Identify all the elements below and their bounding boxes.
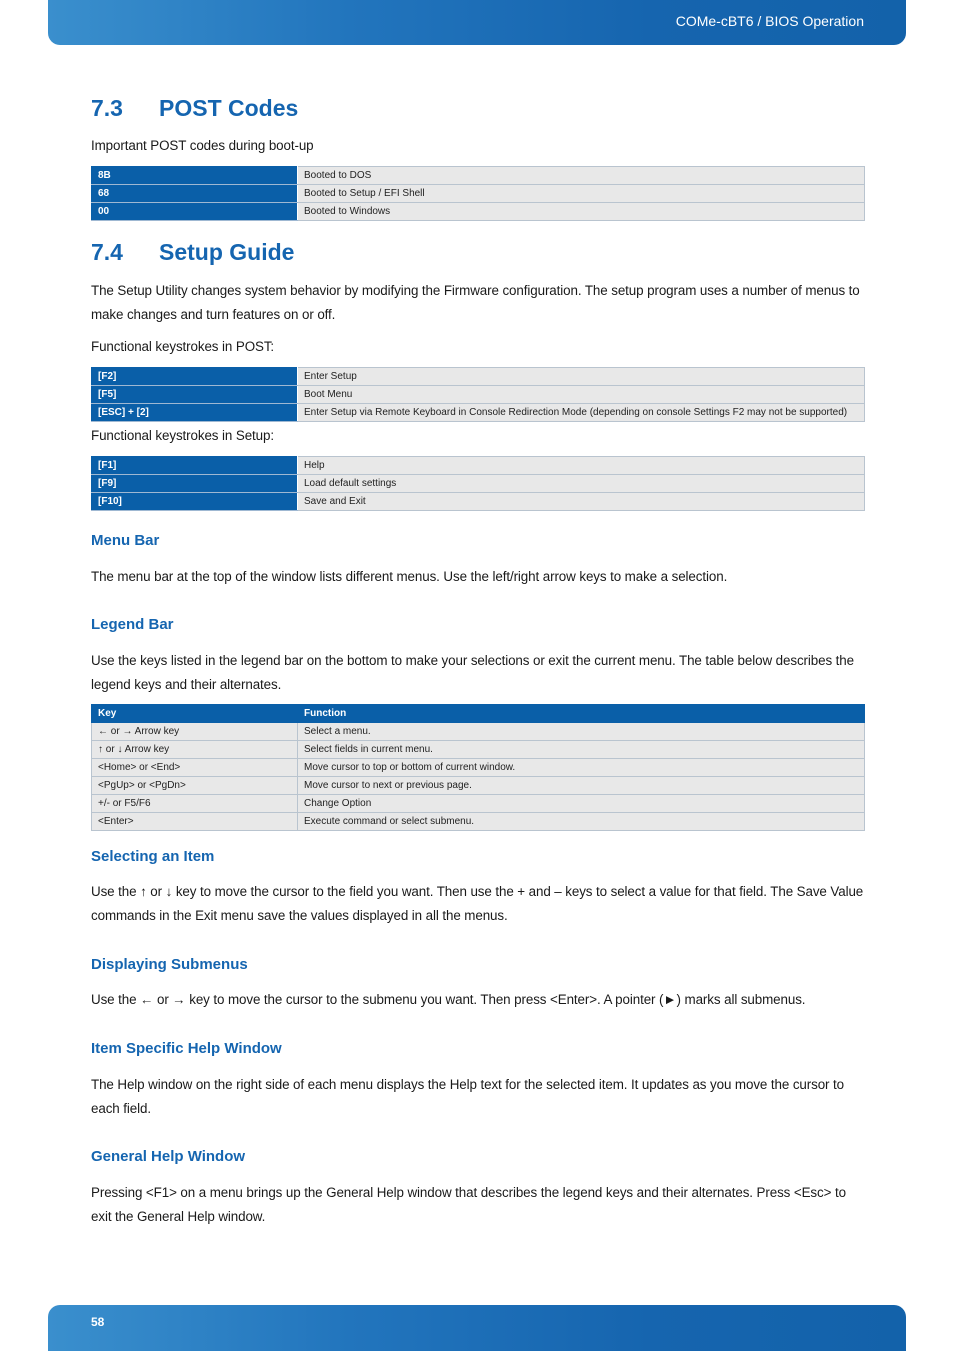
table-row: [F9] Load default settings [91,474,865,493]
table-row: 8B Booted to DOS [91,166,865,185]
table-row: +/- or F5/F6 Change Option [91,794,865,813]
table-row: ← or → Arrow key Select a menu. [91,722,865,741]
table-row: [ESC] + [2] Enter Setup via Remote Keyboa… [91,403,865,422]
table-row: <Home> or <End> Move cursor to top or bot… [91,758,865,777]
post-code: 00 [91,202,298,221]
section-title: Setup Guide [159,239,295,265]
table-row: ↑ or ↓ Arrow key Select fields in current… [91,740,865,759]
table-row: [F1] Help [91,456,865,475]
keystroke-description: Boot Menu [297,385,865,404]
table-row: <PgUp> or <PgDn> Move cursor to next or p… [91,776,865,795]
displaying-submenus-text: Use the ← or → key to move the cursor to… [91,992,806,1007]
general-help-text: Pressing <F1> on a menu brings up the Ge… [91,1185,846,1224]
table-row: <Enter> Execute command or select submenu… [91,812,865,831]
post-codes-table: 8B Booted to DOS 68 Booted to Setup / EFI … [91,166,865,221]
page-header: COMe-cBT6 / BIOS Operation [48,0,906,45]
keystroke: [F2] [91,367,298,386]
table-row: [F10] Save and Exit [91,492,865,511]
post-code: 68 [91,184,298,203]
post-keystrokes-table: [F2] Enter Setup [F5] Boot Menu [ESC] + [2… [91,367,865,422]
keystroke: [F9] [91,474,298,493]
keystroke: [ESC] + [2] [91,403,298,422]
table-header-row: Key Function [91,704,865,723]
menu-bar-text: The menu bar at the top of the window li… [91,569,728,584]
legend-key: <Home> or <End> [91,758,298,777]
keystroke-description: Enter Setup via Remote Keyboard in Conso… [297,403,865,422]
keystroke: [F10] [91,492,298,511]
post-code: 8B [91,166,298,185]
keystroke-description: Enter Setup [297,367,865,386]
post-code-description: Booted to Setup / EFI Shell [297,184,865,203]
table-row: [F5] Boot Menu [91,385,865,404]
legend-key: +/- or F5/F6 [91,794,298,813]
legend-function: Select a menu. [297,722,865,741]
keystroke-description: Load default settings [297,474,865,493]
post-keystrokes-label: Functional keystrokes in POST: [91,339,275,354]
legend-keys-table: Key Function ← or → Arrow key Select a men… [91,704,865,831]
section-number: 7.4 [91,239,123,265]
post-code-description: Booted to DOS [297,166,865,185]
keystroke: [F5] [91,385,298,404]
item-help-text: The Help window on the right side of eac… [91,1077,845,1116]
section-heading-setup-guide: 7.4 Setup Guide [91,239,294,266]
setup-keystrokes-table: [F1] Help [F9] Load default settings [F10]… [91,456,865,511]
page-footer: 58 [48,1305,906,1351]
selecting-item-text: Use the ↑ or ↓ key to move the cursor to… [91,884,864,923]
setup-keystrokes-label: Functional keystrokes in Setup: [91,428,274,443]
legend-key: <Enter> [91,812,298,831]
keystroke: [F1] [91,456,298,475]
legend-bar-heading: Legend Bar [91,616,174,633]
keystroke-description: Help [297,456,865,475]
post-codes-intro: Important POST codes during boot-up [91,138,314,153]
legend-key: <PgUp> or <PgDn> [91,776,298,795]
general-help-heading: General Help Window [91,1148,246,1165]
table-row: 68 Booted to Setup / EFI Shell [91,184,865,203]
setup-guide-intro: The Setup Utility changes system behavio… [91,283,860,322]
keystroke-description: Save and Exit [297,492,865,511]
legend-function: Move cursor to next or previous page. [297,776,865,795]
legend-function: Select fields in current menu. [297,740,865,759]
legend-function: Move cursor to top or bottom of current … [297,758,865,777]
table-row: 00 Booted to Windows [91,202,865,221]
legend-bar-text: Use the keys listed in the legend bar on… [91,653,854,692]
table-row: [F2] Enter Setup [91,367,865,386]
legend-function: Execute command or select submenu. [297,812,865,831]
displaying-submenus-heading: Displaying Submenus [91,956,248,973]
legend-function: Change Option [297,794,865,813]
column-header-function: Function [297,704,865,723]
document-title: COMe-cBT6 / BIOS Operation [675,13,864,29]
column-header-key: Key [91,704,298,723]
legend-key: ↑ or ↓ Arrow key [91,740,298,759]
section-heading-post-codes: 7.3 POST Codes [91,95,298,122]
section-number: 7.3 [91,95,123,121]
page-number: 58 [91,1315,105,1329]
post-code-description: Booted to Windows [297,202,865,221]
menu-bar-heading: Menu Bar [91,532,160,549]
item-help-heading: Item Specific Help Window [91,1040,282,1057]
section-title: POST Codes [159,95,299,121]
selecting-item-heading: Selecting an Item [91,848,215,865]
legend-key: ← or → Arrow key [91,722,298,741]
